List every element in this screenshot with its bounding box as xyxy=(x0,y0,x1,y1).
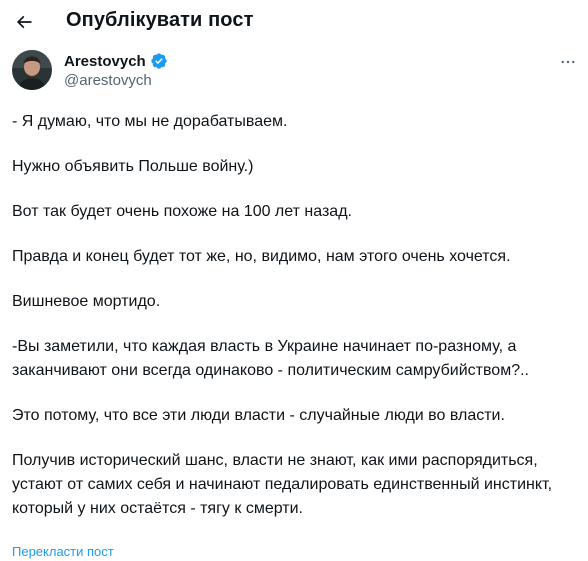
post-paragraph: Получив исторический шанс, власти не зна… xyxy=(12,452,553,517)
more-options-button[interactable] xyxy=(556,50,580,74)
verified-badge-icon xyxy=(151,53,167,69)
display-name-row: Arestovych xyxy=(64,52,168,70)
more-horizontal-icon xyxy=(561,60,575,64)
page-title: Опублікувати пост xyxy=(66,9,254,31)
user-handle[interactable]: @arestovych xyxy=(64,72,152,89)
display-name[interactable]: Arestovych xyxy=(64,53,146,70)
back-button[interactable] xyxy=(8,6,40,38)
avatar[interactable] xyxy=(12,50,52,90)
arrow-left-icon xyxy=(16,15,32,29)
post-paragraph: Нужно объявить Польше войну.) xyxy=(12,158,254,175)
post-paragraph: -Вы заметили, что каждая власть в Украин… xyxy=(12,338,529,379)
page-header: Опублікувати пост xyxy=(0,0,588,44)
post-paragraph: Это потому, что все эти люди власти - сл… xyxy=(12,407,505,424)
post-paragraph: Правда и конец будет тот же, но, видимо,… xyxy=(12,248,511,265)
avatar-image xyxy=(12,50,52,90)
post-author: Arestovych @arestovych xyxy=(0,46,588,98)
post-paragraph: Вишневое мортидо. xyxy=(12,293,161,310)
translate-post-link[interactable]: Перекласти пост xyxy=(12,544,114,559)
post-paragraph: Вот так будет очень похоже на 100 лет на… xyxy=(12,203,352,220)
post-paragraph: - Я думаю, что мы не дорабатываем. xyxy=(12,113,288,130)
post-text: - Я думаю, что мы не дорабатываем. Нужно… xyxy=(12,110,582,521)
